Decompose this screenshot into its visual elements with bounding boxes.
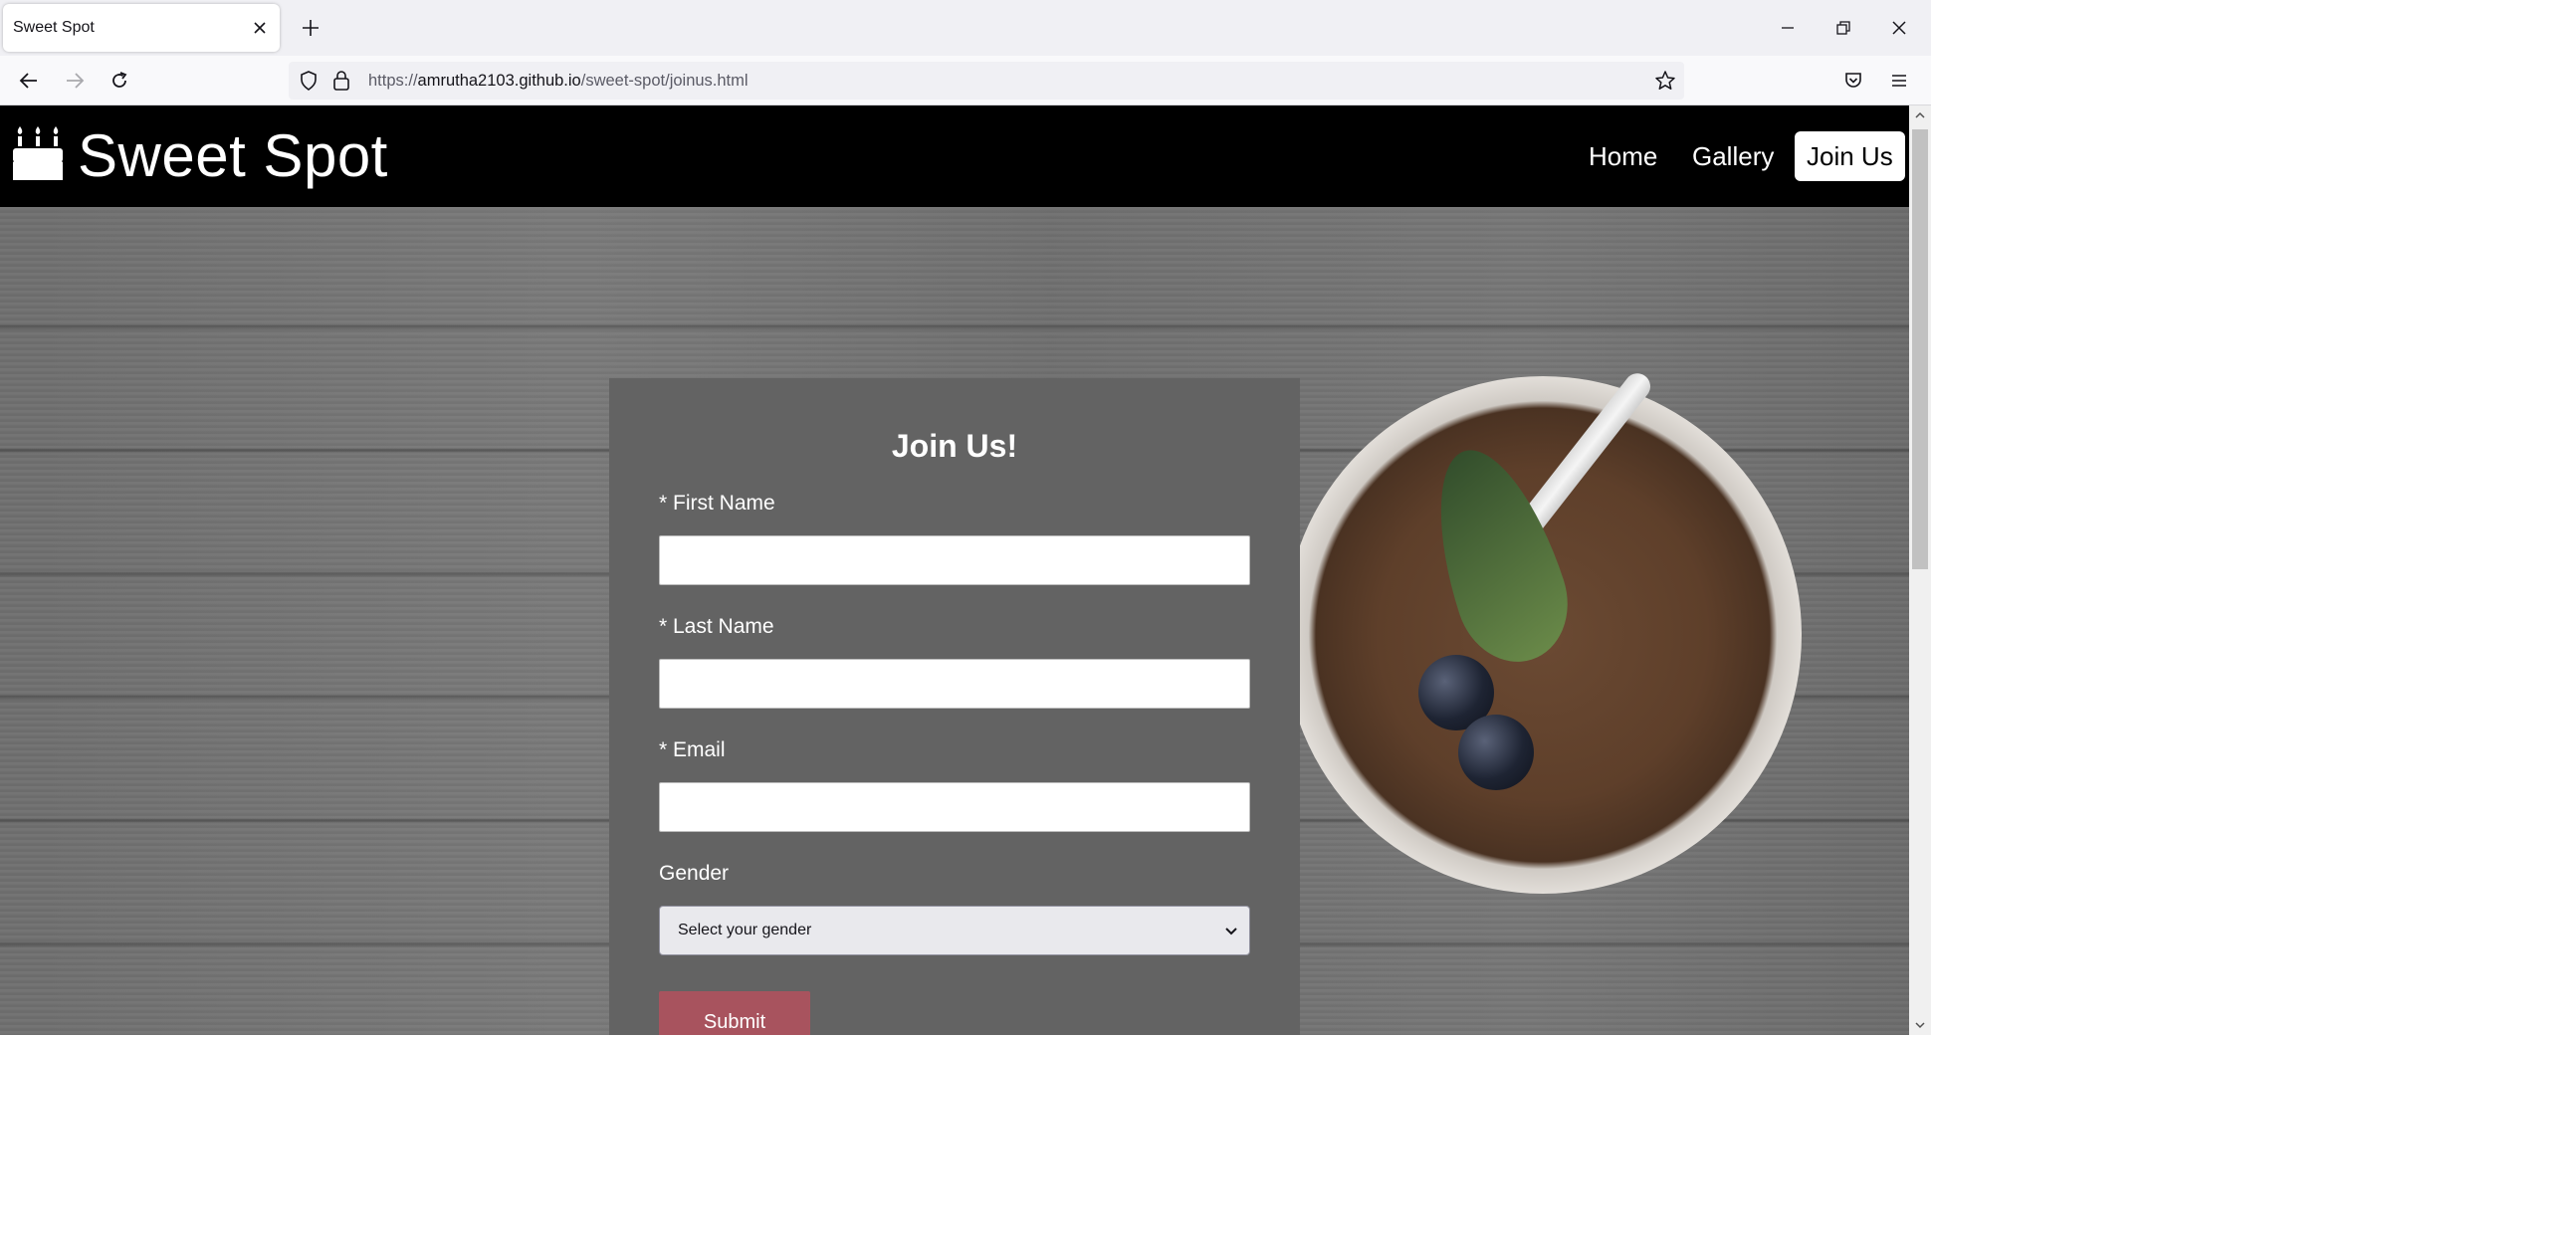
pocket-icon[interactable] (1833, 61, 1873, 101)
brand-name: Sweet Spot (78, 121, 388, 189)
gender-select[interactable]: Select your gender (659, 906, 1250, 955)
tab-title: Sweet Spot (13, 19, 95, 36)
form-title: Join Us! (891, 428, 1018, 464)
first-name-input[interactable] (659, 535, 1250, 585)
join-form: Join Us! * First Name * Last Name * Emai… (609, 378, 1300, 1035)
reload-icon[interactable] (100, 61, 139, 101)
email-input[interactable] (659, 782, 1250, 832)
forward-arrow-icon[interactable] (55, 61, 95, 101)
gender-label: Gender (659, 862, 730, 885)
tab-strip: Sweet Spot (0, 0, 1931, 56)
scroll-down-icon[interactable] (1909, 1015, 1931, 1035)
site-brand[interactable]: Sweet Spot (12, 119, 388, 191)
lock-icon[interactable] (332, 70, 350, 97)
gender-selected-value: Select your gender (678, 922, 812, 938)
nav-join-us-link[interactable]: Join Us (1795, 131, 1905, 181)
site-header: Sweet Spot Home Gallery Join Us (0, 105, 1909, 207)
url-prefix: https:// (368, 72, 418, 90)
restore-icon[interactable] (1816, 0, 1871, 56)
url-text[interactable]: https://amrutha2103.github.io/sweet-spot… (368, 62, 749, 100)
back-arrow-icon[interactable] (9, 61, 49, 101)
browser-toolbar: https://amrutha2103.github.io/sweet-spot… (0, 56, 1931, 105)
blueberry-image (1458, 715, 1534, 790)
nav-home-link[interactable]: Home (1577, 131, 1669, 181)
birthday-cake-icon (12, 124, 64, 187)
menu-icon[interactable] (1879, 61, 1919, 101)
chevron-down-icon (1219, 907, 1243, 956)
last-name-label: * Last Name (659, 615, 774, 638)
page-scrollbar[interactable] (1909, 105, 1931, 1035)
close-window-icon[interactable] (1871, 0, 1927, 56)
url-path: /sweet-spot/joinus.html (580, 72, 749, 90)
minimize-icon[interactable] (1760, 0, 1816, 56)
scrollbar-thumb[interactable] (1912, 129, 1928, 569)
close-tab-icon[interactable] (240, 8, 280, 48)
bookmark-star-icon[interactable] (1654, 70, 1676, 97)
scroll-up-icon[interactable] (1909, 105, 1931, 125)
shield-icon[interactable] (299, 71, 319, 96)
new-tab-button[interactable] (291, 8, 330, 48)
email-label: * Email (659, 738, 726, 761)
url-bar[interactable]: https://amrutha2103.github.io/sweet-spot… (289, 62, 1684, 100)
browser-window: Sweet Spot https://amrutha2103.github.io… (0, 0, 1931, 1035)
last-name-input[interactable] (659, 659, 1250, 709)
url-host: amrutha2103.github.io (417, 72, 581, 90)
page-viewport: Sweet Spot Home Gallery Join Us Join Us!… (0, 105, 1909, 1035)
nav-gallery-link[interactable]: Gallery (1680, 131, 1786, 181)
first-name-label: * First Name (659, 492, 775, 515)
submit-button[interactable]: Submit (659, 991, 810, 1035)
browser-tab[interactable]: Sweet Spot (3, 4, 280, 52)
